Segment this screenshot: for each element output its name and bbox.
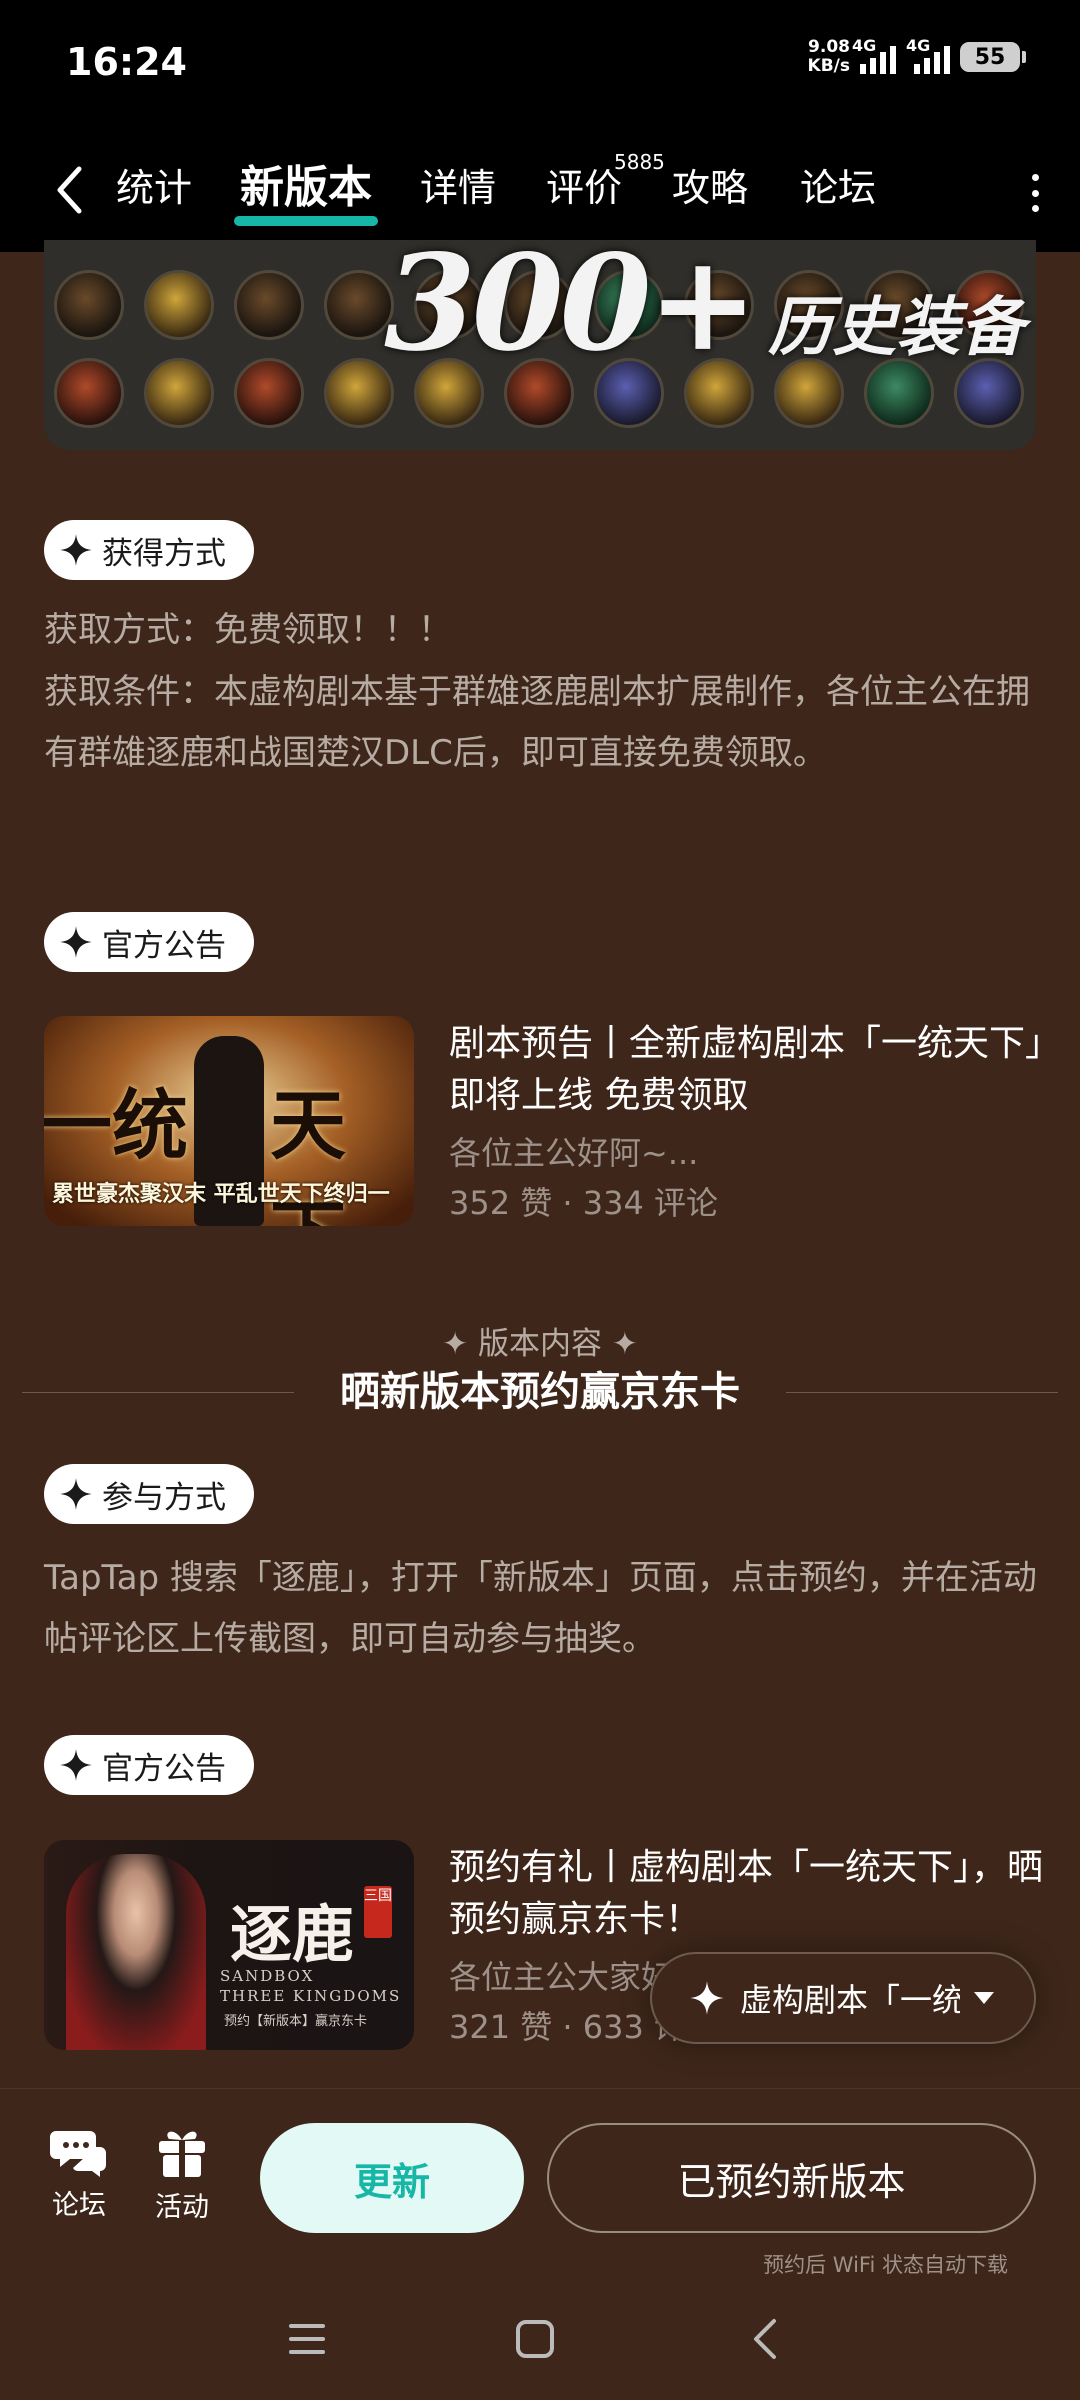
status-bar: 16:24 9.08 KB/s 4G 4G 55 bbox=[0, 0, 1080, 128]
forum-button[interactable]: 论坛 bbox=[34, 2125, 124, 2222]
article-title: 剧本预告丨全新虚构剧本「一统天下」即将上线 免费领取 bbox=[449, 1023, 1044, 1116]
sparkle-icon: ✦ bbox=[611, 1326, 638, 1362]
tab-details[interactable]: 详情 bbox=[420, 158, 496, 218]
signal-icon: 4G bbox=[852, 36, 896, 74]
back-nav-button[interactable] bbox=[730, 2304, 800, 2374]
article-snippet: 各位主公大家好 bbox=[449, 1958, 674, 1996]
equipment-box-icon bbox=[144, 358, 214, 428]
section-pill-announcement-2: 官方公告 bbox=[44, 1735, 254, 1795]
obtain-method: 获取方式：免费领取！！！ bbox=[44, 610, 452, 650]
activity-button[interactable]: 活动 bbox=[137, 2125, 227, 2224]
equipment-armor-icon bbox=[144, 270, 214, 340]
caret-down-icon bbox=[974, 1992, 994, 2004]
section-pill-announcement: 官方公告 bbox=[44, 912, 254, 972]
gift-icon bbox=[159, 2131, 205, 2177]
section-pill-obtain: 获得方式 bbox=[44, 520, 254, 580]
system-nav-bar bbox=[0, 2280, 1080, 2400]
chevron-left-icon bbox=[57, 166, 82, 214]
article-title: 预约有礼丨虚构剧本「一统天下」，晒预约赢京东卡！ bbox=[449, 1847, 1044, 1940]
network-speed: 9.08 KB/s bbox=[807, 37, 850, 76]
tab-new-version[interactable]: 新版本 bbox=[234, 158, 378, 226]
sparkle-icon bbox=[60, 1478, 92, 1510]
tab-guides[interactable]: 攻略 bbox=[672, 158, 748, 218]
tab-forum[interactable]: 论坛 bbox=[800, 158, 876, 218]
equipment-banner: 300+ 历史装备 bbox=[44, 240, 1036, 450]
action-bar: 论坛 活动 更新 已预约新版本 预约后 WiFi 状态自动下载 bbox=[0, 2088, 1080, 2280]
sparkle-icon bbox=[690, 1981, 724, 2015]
version-content-label: ✦ 版本内容 ✦ bbox=[442, 1326, 638, 1362]
status-time: 16:24 bbox=[66, 40, 187, 84]
equipment-headline: 300+ 历史装备 bbox=[384, 240, 1025, 381]
tab-bar: 统计 新版本 详情 评价 5885 攻略 论坛 bbox=[0, 128, 1080, 252]
update-button[interactable]: 更新 bbox=[260, 2123, 524, 2233]
article-stats: 352 赞 · 334 评论 bbox=[449, 1184, 719, 1222]
reserve-note: 预约后 WiFi 状态自动下载 bbox=[763, 2253, 1008, 2277]
more-menu-button[interactable] bbox=[1020, 168, 1050, 218]
sparkle-icon: ✦ bbox=[442, 1326, 469, 1362]
back-button[interactable] bbox=[44, 162, 94, 218]
menu-nav-button[interactable] bbox=[272, 2304, 342, 2374]
participate-text: TapTap 搜索「逐鹿」，打开「新版本」页面，点击预约，并在活动帖评论区上传截… bbox=[44, 1558, 1037, 1659]
chat-bubble-icon bbox=[50, 2131, 106, 2177]
reviews-count-badge: 5885 bbox=[614, 150, 665, 174]
status-icons: 9.08 KB/s 4G 4G 55 bbox=[807, 36, 1026, 76]
battery-icon: 55 bbox=[960, 42, 1026, 72]
seal-stamp: 三国 bbox=[364, 1886, 392, 1938]
version-title: 晒新版本预约赢京东卡 bbox=[340, 1369, 740, 1415]
sparkle-icon bbox=[60, 1749, 92, 1781]
article-card[interactable]: 一统 天下 累世豪杰聚汉末 平乱世天下终归一 剧本预告丨全新虚构剧本「一统天下」… bbox=[44, 1016, 1044, 1226]
equipment-spear-icon bbox=[234, 270, 304, 340]
floating-navigator-chip[interactable]: 虚构剧本「一统 bbox=[650, 1952, 1036, 2044]
equipment-helmet-icon bbox=[54, 270, 124, 340]
home-square-icon bbox=[516, 2320, 554, 2358]
equipment-book-icon bbox=[234, 358, 304, 428]
signal-icon-2: 4G bbox=[906, 36, 950, 74]
equipment-drum-icon bbox=[54, 358, 124, 428]
back-chevron-icon bbox=[754, 2319, 776, 2359]
obtain-condition: 获取条件：本虚构剧本基于群雄逐鹿剧本扩展制作，各位主公在拥有群雄逐鹿和战国楚汉D… bbox=[44, 672, 1030, 773]
tab-reviews[interactable]: 评价 bbox=[546, 158, 622, 218]
menu-icon bbox=[289, 2324, 325, 2354]
article-snippet: 各位主公好阿~... bbox=[449, 1134, 699, 1172]
tab-stats[interactable]: 统计 bbox=[116, 158, 192, 218]
character-portrait bbox=[66, 1854, 206, 2050]
version-title-row: 晒新版本预约赢京东卡 bbox=[22, 1362, 1058, 1422]
home-nav-button[interactable] bbox=[500, 2304, 570, 2374]
section-pill-participate: 参与方式 bbox=[44, 1464, 254, 1524]
article-thumbnail: 一统 天下 累世豪杰聚汉末 平乱世天下终归一 bbox=[44, 1016, 414, 1226]
sparkle-icon bbox=[60, 926, 92, 958]
article-thumbnail: 逐鹿 三国 SANDBOX THREE KINGDOMS 预约【新版本】赢京东卡 bbox=[44, 1840, 414, 2050]
reserved-version-button[interactable]: 已预约新版本 bbox=[547, 2123, 1036, 2233]
more-icon bbox=[1031, 174, 1039, 181]
sparkle-icon bbox=[60, 534, 92, 566]
